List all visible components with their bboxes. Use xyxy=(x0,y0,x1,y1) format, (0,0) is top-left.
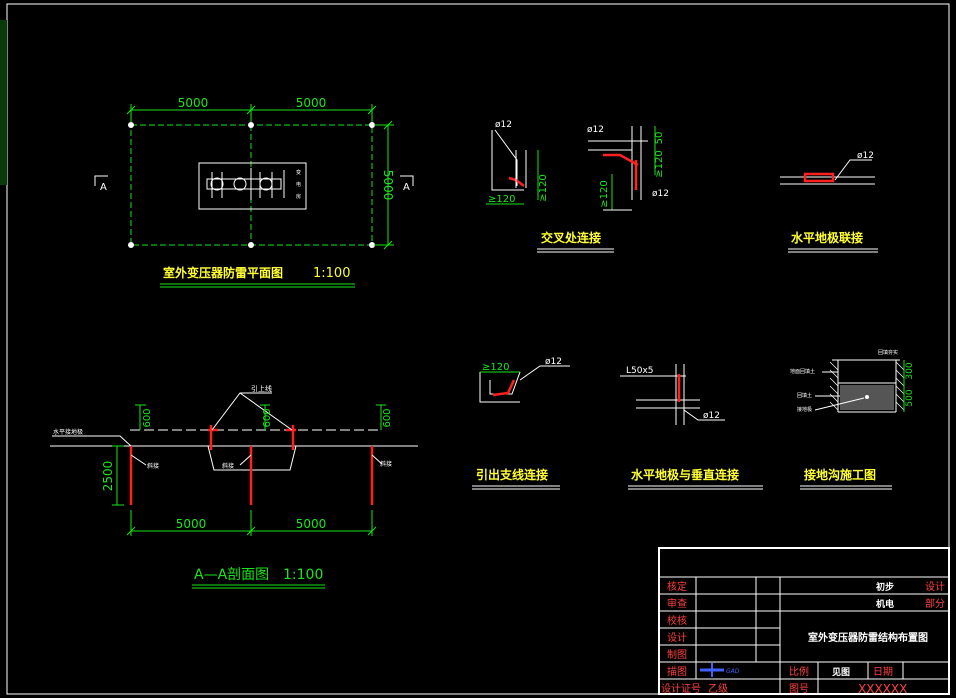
detail-lead-title: 引出支线连接 xyxy=(476,467,548,482)
svg-text:ø12: ø12 xyxy=(652,189,669,199)
left-margin-strip xyxy=(0,20,7,185)
detail-lead: ≥120 ø12 引出支线连接 xyxy=(472,357,570,490)
svg-text:回填土: 回填土 xyxy=(797,392,812,399)
svg-text:≥120: ≥120 xyxy=(654,150,665,177)
tb-cert-label: 设计证号 xyxy=(661,682,701,695)
transformer-symbol xyxy=(206,168,285,200)
svg-text:L50x5: L50x5 xyxy=(626,366,654,376)
tb-dept-value: 部分 xyxy=(925,597,945,610)
svg-text:50: 50 xyxy=(654,132,665,145)
tb-cert-value: 乙级 xyxy=(708,683,728,695)
tb-row-3: 校核 xyxy=(667,614,687,627)
svg-text:ø12: ø12 xyxy=(703,411,720,421)
tb-date-label: 日期 xyxy=(873,666,893,678)
svg-text:回填夯实: 回填夯实 xyxy=(878,349,898,356)
section-dim-left: 5000 xyxy=(176,517,207,531)
tb-number-label: 图号 xyxy=(789,683,809,695)
svg-text:变: 变 xyxy=(296,169,301,176)
plan-dim-left: 5000 xyxy=(178,96,209,110)
section-dim-600-2: 600 xyxy=(262,408,273,427)
section-title: A—A剖面图 xyxy=(194,567,269,583)
svg-text:ø12: ø12 xyxy=(495,120,512,130)
tb-ratio-label: 比例 xyxy=(789,665,809,678)
detail-horizontal: ø12 水平地极联接 xyxy=(780,151,878,253)
section-dim-600-3: 600 xyxy=(382,408,393,427)
tb-row-5: 制图 xyxy=(667,648,687,661)
plan-scale: 1:100 xyxy=(313,266,350,281)
svg-text:ø12: ø12 xyxy=(545,357,562,367)
section-scale: 1:100 xyxy=(283,567,323,583)
svg-text:接地极: 接地极 xyxy=(797,406,812,413)
tb-drawing-title: 室外变压器防雷结构布置图 xyxy=(808,631,928,644)
label-slope-2: 斜接 xyxy=(222,462,234,470)
plan-dim-right: 5000 xyxy=(296,96,327,110)
tb-row-2: 审查 xyxy=(667,597,687,610)
svg-text:电: 电 xyxy=(296,181,301,188)
svg-text:GAD: GAD xyxy=(726,668,740,675)
svg-text:≥120: ≥120 xyxy=(482,362,509,373)
tb-stage-value: 设计 xyxy=(925,580,945,593)
svg-text:ø12: ø12 xyxy=(587,125,604,135)
tb-number-value: XXXXXX xyxy=(858,682,907,696)
detail-vertical-title: 水平地极与垂直连接 xyxy=(631,467,739,482)
drawing-frame xyxy=(6,3,950,695)
tb-ratio-value: 见图 xyxy=(832,667,850,678)
label-lead: 引上线 xyxy=(251,384,272,393)
tb-row-4: 设计 xyxy=(667,631,687,644)
svg-text:≥120: ≥120 xyxy=(538,174,549,201)
section-mark-right: A xyxy=(400,175,414,193)
section-view: 水平接地极 引上线 斜接 斜接 斜接 600 600 600 2500 5000… xyxy=(50,384,418,589)
drawing-canvas: 5000 5000 5000 变电房 A A 室外变压器防雷平面图 1:100 xyxy=(0,3,950,696)
transformer-outline xyxy=(198,162,307,210)
detail-trench-title: 接地沟施工图 xyxy=(804,467,876,482)
label-ground-rod: 水平接地极 xyxy=(53,428,83,436)
section-dim-depth: 2500 xyxy=(101,461,115,492)
svg-text:地面回填土: 地面回填土 xyxy=(790,368,815,375)
tb-row-1: 核定 xyxy=(667,580,687,593)
svg-text:ø12: ø12 xyxy=(857,151,874,161)
svg-text:≥120: ≥120 xyxy=(488,194,515,205)
section-dim-right: 5000 xyxy=(296,517,327,531)
detail-horizontal-title: 水平地极联接 xyxy=(791,230,863,245)
detail-cross-title: 交叉处连接 xyxy=(541,230,601,245)
svg-text:500: 500 xyxy=(905,389,915,406)
detail-vertical: L50x5 ø12 水平地极与垂直连接 xyxy=(620,364,763,490)
section-dim-600-1: 600 xyxy=(142,408,153,427)
tb-row-6: 描图 xyxy=(667,665,687,678)
plan-title: 室外变压器防雷平面图 xyxy=(163,265,283,280)
plan-dim-height: 5000 xyxy=(381,170,395,201)
plan-view: 5000 5000 5000 变电房 A A 室外变压器防雷平面图 1:100 xyxy=(94,96,414,288)
tb-logo: GAD xyxy=(700,663,740,677)
tb-stage-label: 初步 xyxy=(876,581,894,593)
detail-trench: 300 500 回填夯实 地面回填土 回填土 接地极 接地沟施工图 xyxy=(790,349,915,490)
svg-text:A: A xyxy=(100,182,107,193)
label-slope-1: 斜接 xyxy=(147,462,159,470)
section-mark-left: A xyxy=(94,175,108,193)
svg-text:A: A xyxy=(403,182,410,193)
svg-text:300: 300 xyxy=(905,362,915,379)
tb-dept-label: 机电 xyxy=(876,598,894,610)
title-block: 核定 审查 校核 设计 制图 描图 设计证号 乙级 GAD 初步 设计 机电 部… xyxy=(658,547,950,696)
svg-text:≥120: ≥120 xyxy=(599,180,610,207)
detail-cross: ø12 ≥120 ≥120 ø12 50 ≥120 ≥120 ø12 交叉处连接 xyxy=(486,120,669,253)
svg-text:房: 房 xyxy=(296,193,301,200)
